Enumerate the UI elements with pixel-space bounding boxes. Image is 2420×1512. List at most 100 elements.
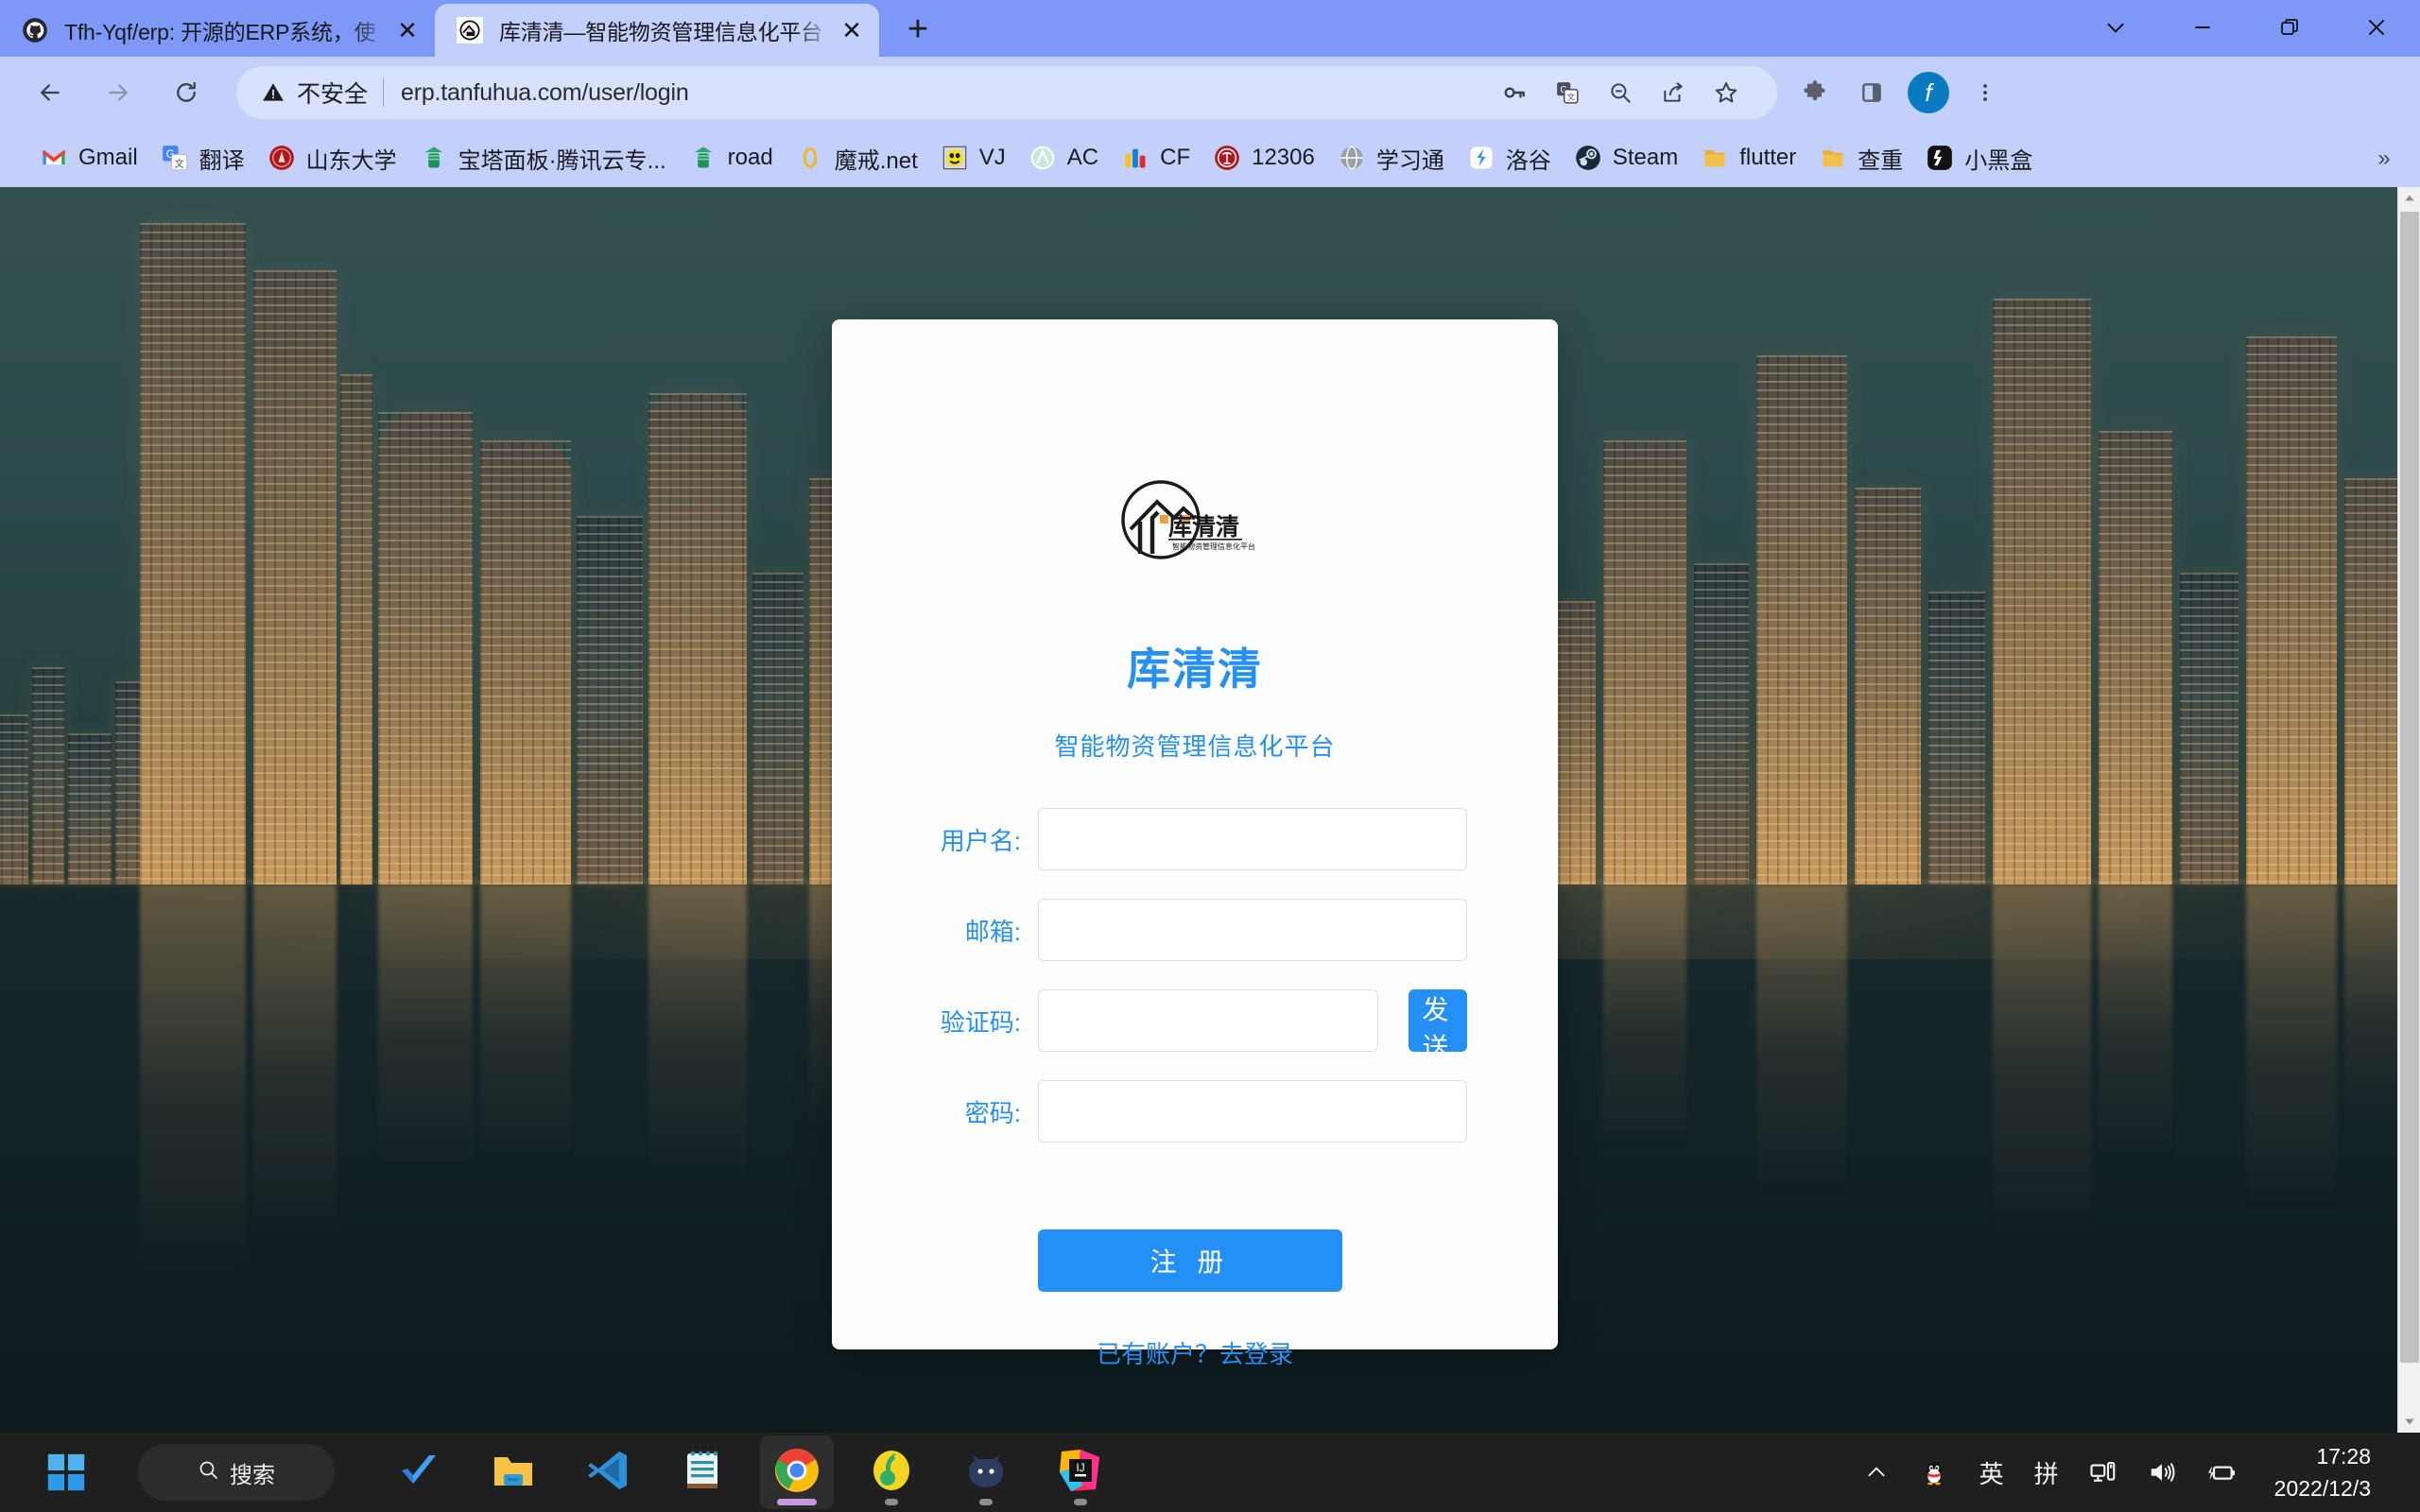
taskbar-search-box[interactable]: 搜索 bbox=[138, 1444, 335, 1501]
register-button[interactable]: 注 册 bbox=[1038, 1229, 1342, 1292]
key-icon[interactable] bbox=[1488, 66, 1541, 119]
puzzle-icon[interactable] bbox=[1787, 64, 1843, 121]
page-viewport: 库清清 智能物资管理信息化平台 库清清 智能物资管理信息化平台 用户名: 邮箱: bbox=[0, 187, 2420, 1433]
bookmark-vj[interactable]: VJ bbox=[929, 135, 1017, 180]
tab-strip: Tfh-Yqf/erp: 开源的ERP系统，使 ✕ 库清清—智能物资管理信息化平… bbox=[0, 0, 2420, 57]
bookmark-flutter-folder[interactable]: flutter bbox=[1689, 135, 1807, 180]
password-input[interactable] bbox=[1038, 1080, 1467, 1143]
bookmark-label: 山东大学 bbox=[306, 142, 397, 175]
volume-icon[interactable] bbox=[2133, 1438, 2191, 1506]
not-secure-warning-icon[interactable] bbox=[261, 80, 285, 105]
blue-check-icon bbox=[396, 1448, 441, 1498]
taskbar-app-todo[interactable] bbox=[382, 1435, 456, 1509]
avatar[interactable]: f bbox=[1900, 64, 1957, 121]
reload-icon[interactable] bbox=[157, 63, 216, 122]
new-tab-button[interactable]: + bbox=[892, 4, 943, 55]
bookmark-label: 学习通 bbox=[1376, 142, 1444, 175]
search-icon bbox=[198, 1459, 220, 1486]
bookmark-12306[interactable]: 12306 bbox=[1201, 135, 1326, 180]
bookmark-road[interactable]: road bbox=[678, 135, 785, 180]
taskbar-left: 搜索 bbox=[0, 1444, 335, 1501]
railway-icon bbox=[1213, 144, 1241, 172]
ime-pinyin-indicator[interactable]: 拼 bbox=[2019, 1438, 2074, 1506]
three-dot-menu-icon[interactable] bbox=[1957, 64, 2014, 121]
running-indicator bbox=[777, 1499, 817, 1505]
forward-arrow-icon[interactable] bbox=[89, 63, 147, 122]
login-page: 库清清 智能物资管理信息化平台 库清清 智能物资管理信息化平台 用户名: 邮箱: bbox=[0, 187, 2397, 1433]
bookmark-luogu[interactable]: 洛谷 bbox=[1456, 135, 1563, 180]
clock-date: 2022/12/3 bbox=[2274, 1472, 2371, 1505]
tab-search-chevron-down-icon[interactable] bbox=[2072, 0, 2159, 55]
toolbar-right-actions: f bbox=[1787, 64, 2027, 121]
taskbar-app-vscode[interactable] bbox=[571, 1435, 645, 1509]
bookmark-gmail[interactable]: Gmail bbox=[28, 135, 149, 180]
taskbar-app-netease-music[interactable] bbox=[855, 1435, 928, 1509]
running-indicator bbox=[1074, 1499, 1087, 1505]
windows-start-icon[interactable] bbox=[40, 1446, 93, 1499]
taskbar-app-intellij-idea[interactable]: IJ bbox=[1044, 1435, 1117, 1509]
minimize-icon[interactable] bbox=[2159, 0, 2246, 55]
taskbar-app-bilibili[interactable] bbox=[949, 1435, 1023, 1509]
scrollbar-thumb[interactable] bbox=[2400, 212, 2419, 1363]
go-to-login-link[interactable]: 已有账户？去登录 bbox=[923, 1335, 1467, 1370]
back-arrow-icon[interactable] bbox=[21, 63, 79, 122]
username-input[interactable] bbox=[1038, 808, 1467, 870]
bookmark-label: 查重 bbox=[1858, 142, 1903, 175]
taskbar-clock[interactable]: 17:28 2022/12/3 bbox=[2252, 1440, 2388, 1505]
restore-icon[interactable] bbox=[2246, 0, 2333, 55]
bookmark-sdu[interactable]: 山东大学 bbox=[256, 135, 408, 180]
bookmark-translate[interactable]: G文 翻译 bbox=[149, 135, 256, 180]
kuqingqing-icon bbox=[456, 16, 484, 44]
taskbar-app-chrome[interactable] bbox=[760, 1435, 834, 1509]
zoom-out-icon[interactable] bbox=[1594, 66, 1647, 119]
page-title: 库清清 bbox=[1127, 635, 1263, 697]
bookmark-xuexitong[interactable]: 学习通 bbox=[1326, 135, 1456, 180]
tab-close-icon[interactable]: ✕ bbox=[834, 12, 870, 48]
taskbar-app-file-explorer[interactable] bbox=[476, 1435, 550, 1509]
email-input[interactable] bbox=[1038, 899, 1467, 961]
steam-icon bbox=[1574, 144, 1602, 172]
chrome-icon bbox=[773, 1447, 821, 1499]
codeforces-icon bbox=[1121, 144, 1150, 172]
bookmark-xiaoheihe[interactable]: 小黑盒 bbox=[1914, 135, 2044, 180]
ime-mode-indicator[interactable]: 英 bbox=[1964, 1438, 2019, 1506]
bookmark-label: CF bbox=[1160, 145, 1190, 171]
username-label: 用户名: bbox=[923, 822, 1038, 857]
browser-tab-kuqingqing[interactable]: 库清清—智能物资管理信息化平台 ✕ bbox=[435, 4, 879, 57]
field-username: 用户名: bbox=[923, 808, 1467, 870]
scroll-down-arrow-icon[interactable] bbox=[2398, 1410, 2420, 1433]
send-code-button[interactable]: 发 送 bbox=[1409, 989, 1467, 1052]
close-icon[interactable] bbox=[2333, 0, 2420, 55]
globe-icon bbox=[1338, 144, 1366, 172]
security-status-text: 不安全 bbox=[297, 76, 368, 110]
bookmark-bt-panel[interactable]: 宝塔面板·腾讯云专... bbox=[408, 135, 678, 180]
tray-overflow-chevron-up-icon[interactable] bbox=[1849, 1438, 1904, 1506]
bookmarks-overflow-button[interactable]: » bbox=[2363, 140, 2405, 178]
captcha-input[interactable] bbox=[1038, 989, 1378, 1052]
folder-icon bbox=[491, 1448, 536, 1498]
page-scrollbar[interactable] bbox=[2397, 187, 2420, 1433]
bookmark-steam[interactable]: Steam bbox=[1563, 135, 1689, 180]
search-label: 搜索 bbox=[230, 1456, 275, 1489]
scroll-up-arrow-icon[interactable] bbox=[2398, 187, 2420, 210]
browser-tab-github[interactable]: Tfh-Yqf/erp: 开源的ERP系统，使 ✕ bbox=[0, 4, 435, 57]
bookmark-ac[interactable]: AC bbox=[1017, 135, 1110, 180]
tab-close-icon[interactable]: ✕ bbox=[389, 12, 425, 48]
bookmark-label: 洛谷 bbox=[1506, 142, 1551, 175]
netease-music-icon bbox=[869, 1448, 914, 1498]
profile-initial: f bbox=[1908, 72, 1949, 113]
side-panel-icon[interactable] bbox=[1843, 64, 1900, 121]
bookmark-chachong-folder[interactable]: 查重 bbox=[1807, 135, 1914, 180]
browser-toolbar: 不安全 erp.tanfuhua.com/user/login G文 bbox=[0, 57, 2420, 129]
bookmark-star-icon[interactable] bbox=[1700, 66, 1753, 119]
captcha-label: 验证码: bbox=[923, 1004, 1038, 1039]
bookmark-cf[interactable]: CF bbox=[1110, 135, 1201, 180]
translate-icon[interactable]: G文 bbox=[1541, 66, 1594, 119]
bookmark-mojie[interactable]: 魔戒.net bbox=[785, 135, 929, 180]
battery-charging-icon[interactable] bbox=[2191, 1438, 2252, 1506]
share-icon[interactable] bbox=[1647, 66, 1700, 119]
qq-penguin-icon[interactable] bbox=[1904, 1438, 1964, 1506]
taskbar-app-notepad[interactable] bbox=[666, 1435, 739, 1509]
address-bar[interactable]: 不安全 erp.tanfuhua.com/user/login G文 bbox=[236, 66, 1777, 119]
network-icon[interactable] bbox=[2074, 1438, 2133, 1506]
